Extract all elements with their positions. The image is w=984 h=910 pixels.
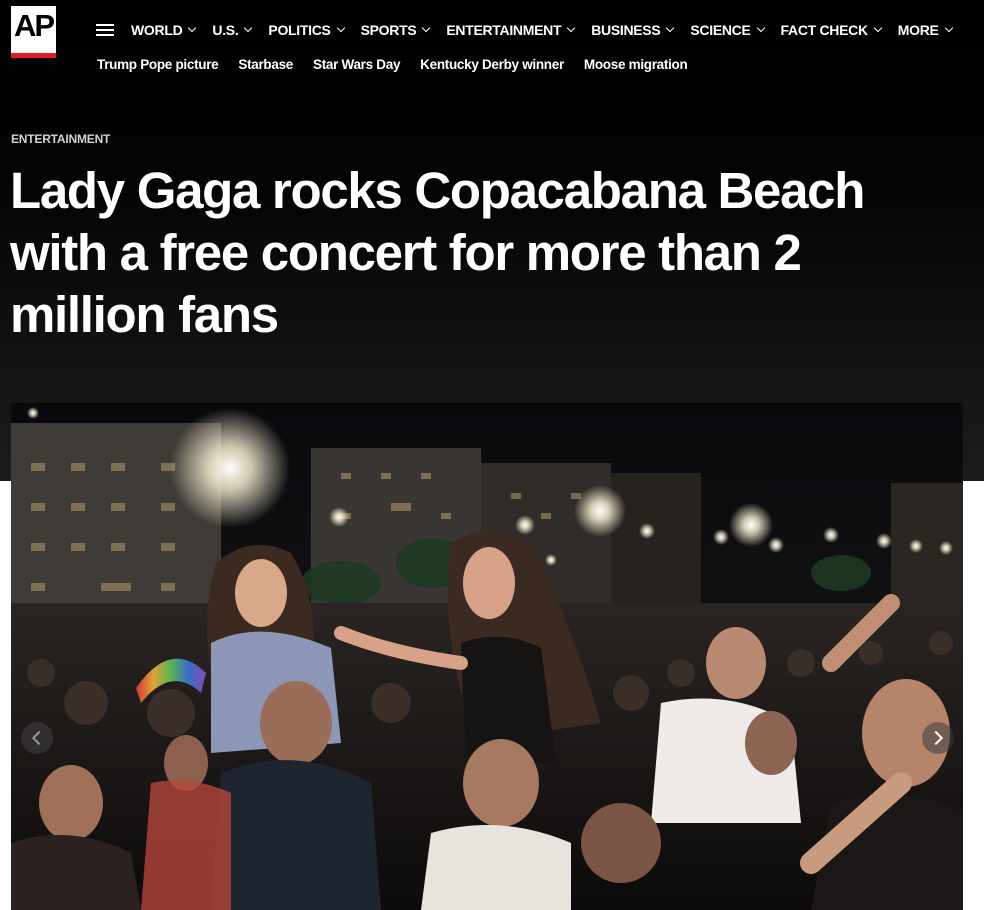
gallery-next-button[interactable] [922, 722, 954, 754]
nav-item-more[interactable]: MORE [897, 20, 953, 40]
nav-label: ENTERTAINMENT [446, 22, 562, 38]
nav-item-business[interactable]: BUSINESS [591, 20, 675, 40]
lead-photo [11, 403, 963, 910]
nav-item-world[interactable]: WORLD [131, 20, 197, 40]
article-headline: Lady Gaga rocks Copacabana Beach with a … [10, 162, 865, 343]
main-nav: WORLD U.S. POLITICS SPORTS ENTERTAINMENT… [131, 20, 969, 40]
chevron-down-icon [944, 23, 953, 33]
logo-underline [11, 53, 56, 58]
chevron-right-icon [928, 730, 944, 746]
chevron-down-icon [188, 23, 197, 33]
trending-link[interactable]: Starbase [238, 57, 293, 72]
nav-item-politics[interactable]: POLITICS [268, 20, 345, 40]
chevron-down-icon [336, 23, 345, 33]
chevron-down-icon [666, 23, 675, 33]
ap-logo[interactable]: AP [11, 6, 56, 58]
trending-links: Trump Pope picture Starbase Star Wars Da… [97, 57, 707, 72]
nav-label: U.S. [212, 22, 239, 38]
trending-link[interactable]: Trump Pope picture [97, 57, 219, 72]
logo-text: AP [13, 8, 55, 43]
nav-label: BUSINESS [591, 22, 661, 38]
chevron-down-icon [873, 23, 883, 33]
gallery-prev-button[interactable] [21, 722, 53, 754]
nav-label: WORLD [131, 22, 183, 38]
nav-label: SCIENCE [690, 22, 751, 38]
chevron-down-icon [244, 23, 253, 33]
nav-item-fact-check[interactable]: FACT CHECK [780, 20, 883, 40]
chevron-left-icon [31, 730, 47, 746]
chevron-down-icon [422, 23, 431, 33]
nav-item-entertainment[interactable]: ENTERTAINMENT [446, 20, 576, 40]
nav-label: MORE [897, 22, 939, 38]
nav-label: POLITICS [268, 22, 331, 38]
chevron-down-icon [566, 23, 576, 33]
chevron-down-icon [756, 23, 765, 33]
section-label[interactable]: ENTERTAINMENT [11, 132, 110, 146]
trending-link[interactable]: Kentucky Derby winner [420, 57, 564, 72]
nav-label: FACT CHECK [780, 22, 869, 38]
hamburger-icon[interactable] [96, 24, 114, 37]
trending-link[interactable]: Star Wars Day [313, 57, 400, 72]
nav-item-us[interactable]: U.S. [212, 20, 253, 40]
nav-item-sports[interactable]: SPORTS [360, 20, 431, 40]
nav-label: SPORTS [360, 22, 417, 38]
nav-item-science[interactable]: SCIENCE [690, 20, 765, 40]
trending-link[interactable]: Moose migration [584, 57, 688, 72]
